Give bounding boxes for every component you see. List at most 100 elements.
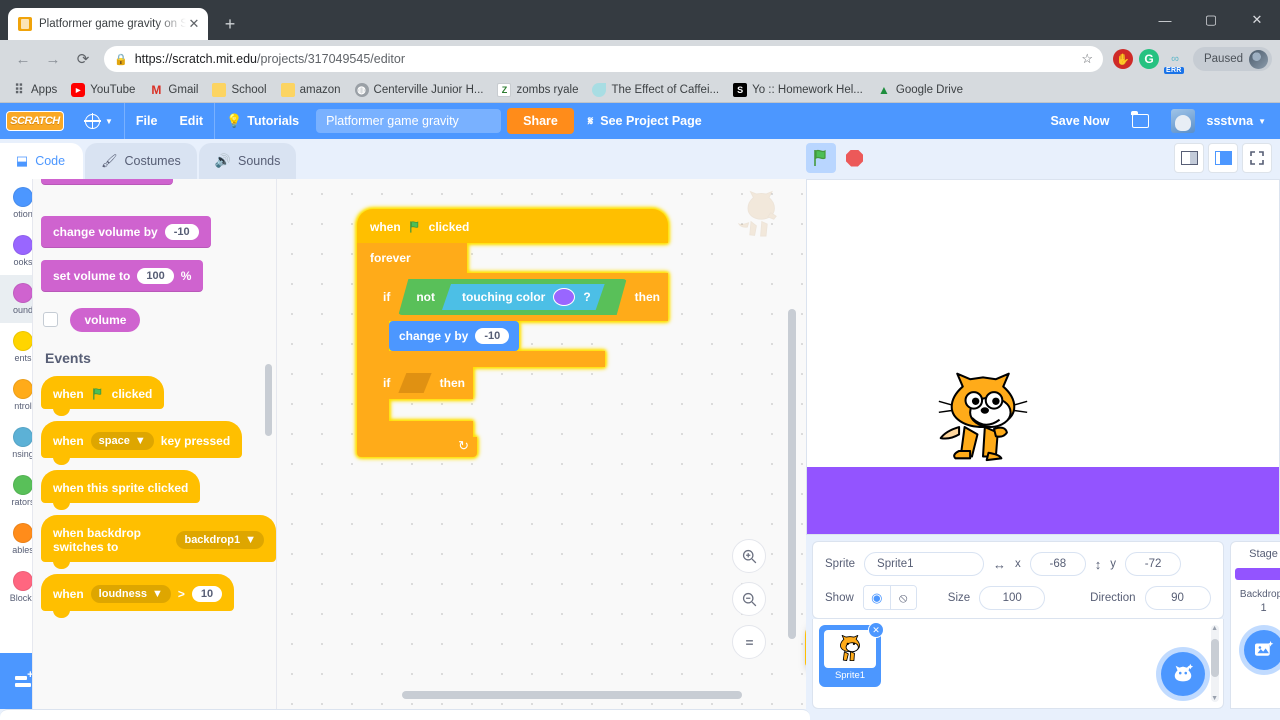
block-input[interactable]: 10	[191, 586, 223, 602]
fullscreen-button[interactable]	[1242, 143, 1272, 173]
block-change-y-by[interactable]: change y by -10	[389, 321, 520, 351]
block-input[interactable]: -10	[164, 224, 199, 240]
bookmark-gmail[interactable]: M Gmail	[143, 81, 204, 99]
empty-condition-slot[interactable]	[398, 373, 431, 393]
reporter-volume[interactable]: volume	[70, 308, 141, 332]
backpack-bar[interactable]: Backpack	[0, 709, 810, 720]
category-operators[interactable]: rators	[0, 467, 32, 515]
tab-code[interactable]: ⬓ Code	[0, 143, 83, 179]
back-icon[interactable]: ←	[8, 44, 38, 74]
stop-button[interactable]	[846, 149, 863, 167]
category-events[interactable]: ents	[0, 323, 32, 371]
loudness-dropdown[interactable]: loudness ▼	[90, 585, 171, 603]
maximize-icon[interactable]: ▢	[1188, 0, 1234, 40]
palette-block-partial[interactable]	[41, 179, 173, 185]
green-flag-button[interactable]	[806, 143, 836, 173]
menu-edit[interactable]: Edit	[168, 103, 214, 139]
bookmark-amazon[interactable]: amazon	[275, 81, 347, 99]
block-palette[interactable]: change volume by -10 set volume to 100 %…	[33, 179, 277, 709]
address-bar[interactable]: 🔒 https://scratch.mit.edu/projects/31704…	[104, 46, 1103, 72]
operator-not[interactable]: not touching color ?	[398, 279, 626, 315]
bookmark-zombs[interactable]: Zzombs ryale	[491, 81, 584, 99]
add-extension-button[interactable]: +	[0, 653, 32, 709]
zoom-out-button[interactable]	[732, 582, 766, 616]
category-control[interactable]: ntrol	[0, 371, 32, 419]
bookmark-school[interactable]: School	[206, 81, 272, 99]
backdrop-dropdown[interactable]: backdrop1 ▼	[176, 531, 264, 549]
palette-block-when-loudness-greater[interactable]: when loudness ▼ > 10	[41, 574, 235, 618]
category-my-blocks[interactable]: Blocks	[0, 563, 32, 611]
account-menu[interactable]: ssstvna ▼	[1160, 103, 1280, 139]
bookmark-youtube[interactable]: YouTube	[65, 81, 141, 99]
grammarly-extension-icon[interactable]: G	[1138, 49, 1159, 69]
y-input[interactable]: -72	[1125, 552, 1182, 576]
palette-block-when-key-pressed[interactable]: when space ▼ key pressed	[41, 421, 243, 465]
see-project-page-button[interactable]: 𝄋 See Project Page	[574, 114, 716, 129]
category-sensing[interactable]: nsing	[0, 419, 32, 467]
window-close-icon[interactable]: ✕	[1234, 0, 1280, 40]
category-sound[interactable]: ound	[0, 275, 32, 323]
zoom-in-button[interactable]	[732, 539, 766, 573]
palette-block-when-flag-clicked[interactable]: when clicked	[41, 376, 165, 416]
sensing-touching-color[interactable]: touching color ?	[442, 284, 605, 310]
adblock-extension-icon[interactable]: ✋	[1112, 49, 1133, 69]
category-variables[interactable]: ables	[0, 515, 32, 563]
code-workspace[interactable]: when clicked forever if not touching col…	[277, 179, 806, 709]
palette-block-when-sprite-clicked[interactable]: when this sprite clicked	[41, 470, 201, 510]
palette-block-set-volume[interactable]: set volume to 100 %	[41, 260, 204, 292]
show-visible-button[interactable]: ◉	[863, 586, 890, 609]
language-selector[interactable]: ▼	[74, 103, 124, 139]
sprite-list-scrollbar[interactable]: ▲ ▼	[1210, 625, 1219, 702]
stage-sprite-cat[interactable]	[937, 370, 1029, 467]
show-hidden-button[interactable]: ⦸	[889, 586, 916, 609]
dragged-block-when-key-pressed[interactable]: when space ▼ key pressed	[805, 619, 806, 667]
stage-selector-panel[interactable]: Stage Backdrops 1	[1229, 541, 1280, 709]
bookmark-gdrive[interactable]: ▲ Google Drive	[871, 81, 969, 99]
save-now-button[interactable]: Save Now	[1039, 103, 1120, 139]
script-stack[interactable]: when clicked forever if not touching col…	[357, 209, 669, 457]
sprite-item-sprite1[interactable]: ✕ Sprite1	[819, 622, 884, 687]
palette-scrollbar[interactable]	[265, 364, 272, 436]
x-input[interactable]: -68	[1029, 552, 1086, 576]
block-input[interactable]: -10	[475, 328, 510, 344]
category-looks[interactable]: ooks	[0, 227, 32, 275]
scroll-thumb[interactable]	[1210, 639, 1219, 677]
volume-monitor-checkbox[interactable]	[43, 312, 58, 328]
browser-tab[interactable]: Platformer game gravity on Scrat ✕	[8, 8, 208, 40]
add-backdrop-button[interactable]	[1243, 630, 1280, 670]
add-sprite-button[interactable]	[1160, 652, 1205, 696]
scroll-up-arrow-icon[interactable]: ▲	[1211, 625, 1218, 632]
bookmark-star-icon[interactable]: ☆	[1081, 51, 1093, 67]
block-input[interactable]: 100	[137, 268, 174, 284]
my-stuff-button[interactable]	[1121, 103, 1160, 139]
block-forever[interactable]: forever if not touching color ? then cha…	[357, 243, 669, 457]
menu-tutorials[interactable]: 💡 Tutorials	[215, 103, 310, 139]
tab-costumes[interactable]: 🖌 Costumes	[85, 143, 197, 179]
sprite-name-input[interactable]: Sprite1	[864, 552, 985, 576]
block-if-then-1[interactable]: if not touching color ? then change y by…	[373, 273, 669, 367]
palette-block-when-backdrop-switches[interactable]: when backdrop switches to backdrop1 ▼	[41, 515, 276, 569]
bookmark-caffeine[interactable]: The Effect of Caffei...	[586, 81, 725, 99]
workspace-vertical-scrollbar[interactable]	[788, 309, 796, 639]
zoom-reset-button[interactable]	[732, 625, 766, 659]
bookmark-apps[interactable]: ⠿ Apps	[6, 81, 63, 99]
stage[interactable]	[806, 179, 1280, 535]
color-picker-swatch[interactable]	[553, 288, 575, 306]
key-dropdown[interactable]: space ▼	[90, 432, 154, 450]
stage-thumbnail[interactable]	[1234, 568, 1280, 580]
menu-file[interactable]: File	[125, 103, 169, 139]
new-tab-button[interactable]: +	[216, 10, 244, 38]
tab-sounds[interactable]: 🔊 Sounds	[198, 143, 297, 179]
share-button[interactable]: Share	[507, 108, 574, 134]
delete-badge-icon[interactable]: ✕	[868, 622, 884, 638]
palette-block-change-volume[interactable]: change volume by -10	[41, 216, 211, 248]
direction-input[interactable]: 90	[1144, 585, 1211, 610]
category-motion[interactable]: otion	[0, 179, 32, 227]
close-icon[interactable]: ✕	[186, 16, 202, 32]
sprite-list[interactable]: ✕ Sprite1 ▲ ▼	[812, 619, 1224, 709]
bookmark-centerville[interactable]: ◍ Centerville Junior H...	[349, 81, 490, 99]
small-stage-button[interactable]	[1174, 143, 1204, 173]
large-stage-button[interactable]	[1208, 143, 1238, 173]
reload-icon[interactable]: ⟳	[68, 44, 98, 74]
profile-paused-pill[interactable]: Paused	[1192, 47, 1272, 71]
